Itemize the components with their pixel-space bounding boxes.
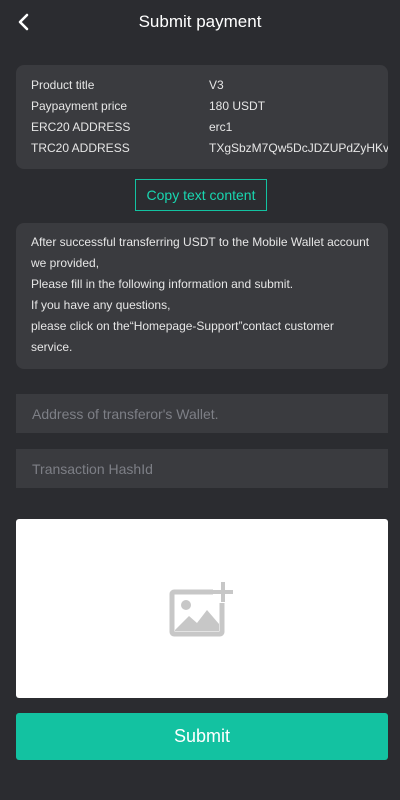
info-row-erc20: ERC20 ADDRESS erc1 — [31, 120, 388, 141]
info-label: TRC20 ADDRESS — [31, 141, 130, 155]
notice-line: After successful transferring USDT to th… — [31, 235, 370, 249]
info-value: V3 — [209, 78, 224, 92]
transaction-hash-input[interactable] — [16, 449, 388, 488]
notice-box: After successful transferring USDT to th… — [16, 223, 388, 369]
image-upload-area[interactable] — [16, 519, 388, 698]
info-row-trc20: TRC20 ADDRESS TXgSbzM7Qw5DcJDZUPdZyHKv — [31, 141, 388, 162]
notice-line: If you have any questions, — [31, 298, 171, 312]
info-row-price: Paypayment price 180 USDT — [31, 99, 388, 120]
info-label: Paypayment price — [31, 99, 128, 113]
submit-button[interactable]: Submit — [16, 713, 388, 760]
header: Submit payment — [0, 0, 400, 44]
info-label: Product title — [31, 78, 95, 92]
notice-line: please click on the“Homepage-Support”con… — [31, 319, 334, 333]
notice-line: service. — [31, 340, 73, 354]
page-title: Submit payment — [138, 12, 262, 31]
info-row-product-title: Product title V3 — [31, 78, 388, 99]
product-info-card: Product title V3 Paypayment price 180 US… — [16, 65, 388, 169]
notice-line: Please fill in the following information… — [31, 277, 294, 291]
info-label: ERC20 ADDRESS — [31, 120, 131, 134]
submit-payment-page: Submit payment Product title V3 Paypayme… — [0, 0, 400, 800]
info-value: 180 USDT — [209, 99, 266, 113]
wallet-address-input[interactable] — [16, 394, 388, 433]
notice-line: we provided, — [31, 256, 100, 270]
info-value: erc1 — [209, 120, 233, 134]
add-image-icon — [169, 581, 233, 636]
copy-text-button[interactable]: Copy text content — [135, 179, 267, 211]
info-value: TXgSbzM7Qw5DcJDZUPdZyHKv — [209, 141, 388, 155]
